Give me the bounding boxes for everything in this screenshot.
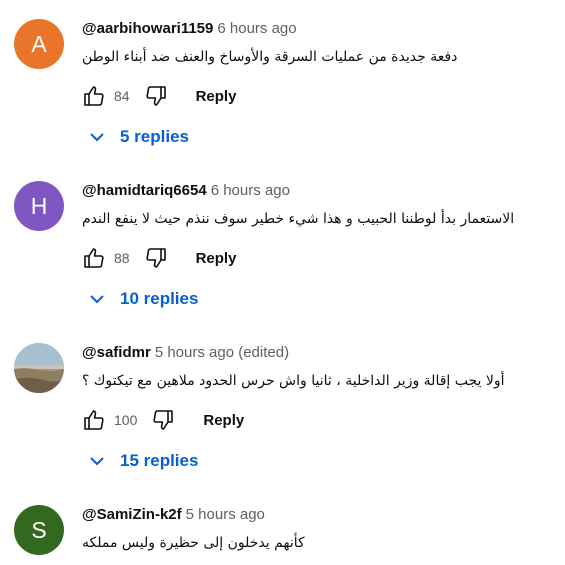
thumbs-down-icon[interactable] <box>144 246 168 270</box>
avatar[interactable]: A <box>14 19 64 69</box>
comment-text: كأنهم يدخلون إلى حظيرة وليس مملكه <box>82 535 305 551</box>
comment-author[interactable]: @safidmr <box>82 344 151 361</box>
thumbs-up-icon[interactable] <box>82 246 106 270</box>
comment-thread: @safidmr 5 hours ago (edited) أولا يجب إق… <box>0 324 565 486</box>
comment-header: @safidmr 5 hours ago (edited) <box>82 343 289 363</box>
comment-actions: 88 Reply <box>82 246 236 270</box>
chevron-down-icon <box>88 128 106 146</box>
comment-text: أولا يجب إقالة وزير الداخلية ، ثانيا واش… <box>82 373 505 389</box>
comment-author[interactable]: @SamiZin-k2f <box>82 506 182 523</box>
thumbs-down-icon[interactable] <box>151 408 175 432</box>
comment-header: @aarbihowari1159 6 hours ago <box>82 19 297 39</box>
like-count: 88 <box>114 250 130 266</box>
comment-time[interactable]: 5 hours ago <box>186 506 265 523</box>
thumbs-down-icon[interactable] <box>144 84 168 108</box>
comment-thread: A @aarbihowari1159 6 hours ago دفعة جديدة… <box>0 0 565 162</box>
comment-text: دفعة جديدة من عمليات السرقة والأوساخ وال… <box>82 49 458 65</box>
comment-header: @SamiZin-k2f 5 hours ago <box>82 505 265 525</box>
replies-count-label: 15 replies <box>120 451 199 470</box>
avatar[interactable]: H <box>14 181 64 231</box>
view-replies-button[interactable]: 10 replies <box>88 288 198 310</box>
view-replies-button[interactable]: 5 replies <box>88 126 189 148</box>
like-count: 100 <box>114 412 138 428</box>
replies-count-label: 5 replies <box>120 127 189 146</box>
avatar[interactable]: S <box>14 505 64 555</box>
reply-button[interactable]: Reply <box>203 412 244 429</box>
like-count: 84 <box>114 88 130 104</box>
avatar[interactable] <box>14 343 64 393</box>
chevron-down-icon <box>88 290 106 308</box>
view-replies-button[interactable]: 15 replies <box>88 450 198 472</box>
comment-text: الاستعمار بدأ لوطننا الحبيب و هذا شيء خط… <box>82 211 515 227</box>
thumbs-up-icon[interactable] <box>82 408 106 432</box>
avatar-photo <box>14 343 64 393</box>
replies-count-label: 10 replies <box>120 289 199 308</box>
comment-actions: 100 Reply <box>82 408 244 432</box>
reply-button[interactable]: Reply <box>196 250 237 267</box>
thumbs-up-icon[interactable] <box>82 84 106 108</box>
comment-time[interactable]: 5 hours ago (edited) <box>155 344 289 361</box>
chevron-down-icon <box>88 452 106 470</box>
comment-time[interactable]: 6 hours ago <box>217 20 296 37</box>
comment-author[interactable]: @hamidtariq6654 <box>82 182 207 199</box>
comment-actions: 84 Reply <box>82 84 236 108</box>
comment-header: @hamidtariq6654 6 hours ago <box>82 181 290 201</box>
comment-time[interactable]: 6 hours ago <box>211 182 290 199</box>
comment-author[interactable]: @aarbihowari1159 <box>82 20 213 37</box>
comment-thread: S @SamiZin-k2f 5 hours ago كأنهم يدخلون إ… <box>0 486 565 565</box>
reply-button[interactable]: Reply <box>196 88 237 105</box>
comment-thread: H @hamidtariq6654 6 hours ago الاستعمار ب… <box>0 162 565 324</box>
